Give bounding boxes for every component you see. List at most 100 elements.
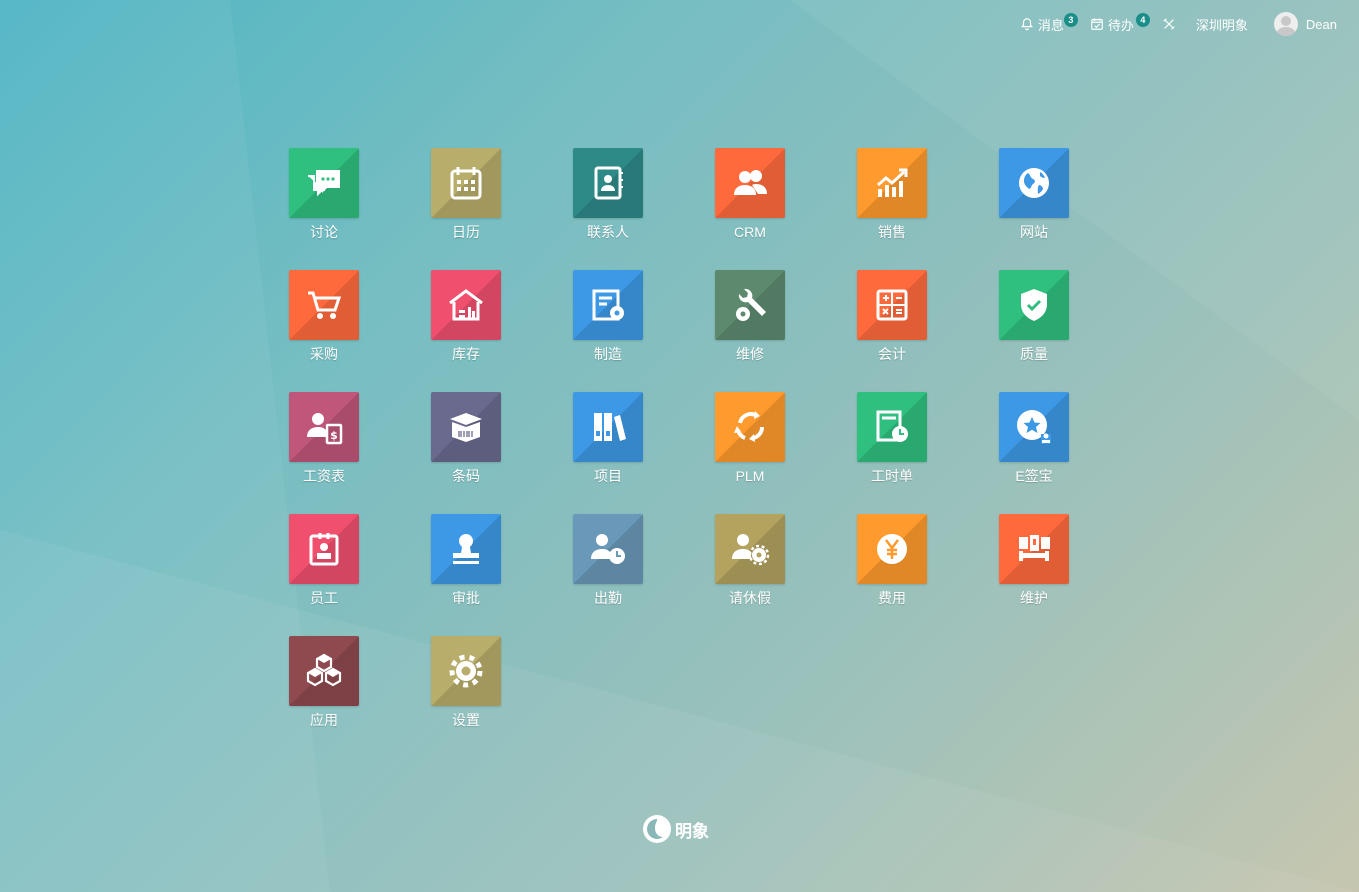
avatar bbox=[1273, 12, 1298, 36]
app-tile bbox=[715, 514, 785, 584]
app-maintenance[interactable]: 维护 bbox=[963, 514, 1105, 607]
app-repair[interactable]: 维修 bbox=[679, 270, 821, 363]
binders-icon bbox=[594, 413, 626, 441]
top-bar: 消息 3 待办 4 深圳明象 Dean bbox=[1010, 0, 1359, 48]
brand-logo-icon bbox=[643, 815, 671, 843]
app-tile: $ bbox=[289, 392, 359, 462]
company-name: 深圳明象 bbox=[1195, 17, 1248, 33]
todo-menu[interactable]: 待办 4 bbox=[1080, 0, 1150, 48]
contacts-icon bbox=[594, 166, 623, 200]
sales-chart-icon bbox=[877, 168, 908, 197]
app-project[interactable]: 项目 bbox=[537, 392, 679, 485]
todo-label: 待办 bbox=[1107, 17, 1134, 33]
app-tile bbox=[857, 514, 927, 584]
app-tile bbox=[573, 148, 643, 218]
app-crm[interactable]: CRM bbox=[679, 148, 821, 241]
user-name: Dean bbox=[1305, 16, 1337, 32]
app-calendar[interactable]: 日历 bbox=[395, 148, 537, 241]
brand-name: 明象 bbox=[675, 821, 709, 841]
manufacturing-icon bbox=[592, 289, 624, 321]
app-tile bbox=[999, 514, 1069, 584]
app-leave[interactable]: 请休假 bbox=[679, 514, 821, 607]
user-clock-icon bbox=[591, 534, 625, 564]
app-label: 网站 bbox=[1020, 224, 1048, 240]
warehouse-icon bbox=[449, 289, 483, 321]
shield-check-icon bbox=[1021, 289, 1047, 321]
stamp-icon bbox=[453, 534, 479, 564]
app-label: 联系人 bbox=[587, 224, 629, 240]
app-contacts[interactable]: 联系人 bbox=[537, 148, 679, 241]
tools-button[interactable] bbox=[1152, 0, 1186, 48]
app-inventory[interactable]: 库存 bbox=[395, 270, 537, 363]
app-label: CRM bbox=[734, 224, 766, 240]
globe-icon bbox=[1019, 168, 1049, 198]
app-purchase[interactable]: 采购 bbox=[253, 270, 395, 363]
app-tile bbox=[573, 392, 643, 462]
app-settings[interactable]: 设置 bbox=[395, 636, 537, 729]
app-label: PLM bbox=[735, 468, 765, 484]
app-payroll[interactable]: $ 工资表 bbox=[253, 392, 395, 485]
company-switcher[interactable]: 深圳明象 bbox=[1186, 0, 1258, 48]
app-tile bbox=[431, 514, 501, 584]
app-label: 出勤 bbox=[594, 590, 622, 606]
user-gear-icon bbox=[732, 534, 770, 566]
app-tile bbox=[573, 270, 643, 340]
app-expenses[interactable]: 费用 bbox=[821, 514, 963, 607]
footer-brand: 明象 bbox=[643, 815, 709, 843]
messages-menu[interactable]: 消息 3 bbox=[1010, 0, 1078, 48]
user-menu[interactable]: Dean bbox=[1264, 0, 1347, 48]
app-discuss[interactable]: 讨论 bbox=[253, 148, 395, 241]
app-manufacturing[interactable]: 制造 bbox=[537, 270, 679, 363]
app-barcode[interactable]: 条码 bbox=[395, 392, 537, 485]
app-label: 条码 bbox=[452, 468, 480, 484]
app-label: 维修 bbox=[736, 346, 764, 362]
app-grid: 讨论 日历 联系人 CRM 销售 网站 采购 库存 制造 维修 会计 质量 $ … bbox=[253, 148, 1105, 729]
app-tile bbox=[715, 392, 785, 462]
app-plm[interactable]: PLM bbox=[679, 392, 821, 485]
app-tile bbox=[999, 270, 1069, 340]
app-apps[interactable]: 应用 bbox=[253, 636, 395, 729]
app-quality[interactable]: 质量 bbox=[963, 270, 1105, 363]
app-label: 销售 bbox=[878, 224, 906, 240]
yen-icon bbox=[877, 534, 907, 564]
app-tile bbox=[289, 636, 359, 706]
app-sales[interactable]: 销售 bbox=[821, 148, 963, 241]
app-tile bbox=[289, 148, 359, 218]
svg-text:$: $ bbox=[330, 429, 338, 442]
messages-label: 消息 bbox=[1037, 17, 1064, 33]
app-attendance[interactable]: 出勤 bbox=[537, 514, 679, 607]
maintenance-icon bbox=[1019, 535, 1050, 561]
app-label: 审批 bbox=[452, 590, 480, 606]
app-timesheet[interactable]: 工时单 bbox=[821, 392, 963, 485]
app-label: 制造 bbox=[594, 346, 622, 362]
app-tile bbox=[715, 270, 785, 340]
app-tile bbox=[289, 270, 359, 340]
app-label: 项目 bbox=[594, 468, 622, 484]
app-label: 费用 bbox=[878, 590, 906, 606]
app-label: 采购 bbox=[310, 346, 338, 362]
settings-gear-icon bbox=[449, 654, 483, 688]
app-website[interactable]: 网站 bbox=[963, 148, 1105, 241]
app-label: 工资表 bbox=[303, 468, 345, 484]
app-tile bbox=[857, 392, 927, 462]
app-tile bbox=[999, 392, 1069, 462]
payroll-icon: $ bbox=[307, 413, 343, 445]
app-label: E签宝 bbox=[1015, 468, 1053, 484]
app-employees[interactable]: 员工 bbox=[253, 514, 395, 607]
tools-icon bbox=[1163, 18, 1175, 30]
app-label: 会计 bbox=[878, 346, 906, 362]
wrench-gear-icon bbox=[736, 288, 766, 321]
app-tile bbox=[431, 270, 501, 340]
app-approval[interactable]: 审批 bbox=[395, 514, 537, 607]
app-label: 设置 bbox=[452, 712, 480, 728]
app-accounting[interactable]: 会计 bbox=[821, 270, 963, 363]
chat-icon bbox=[308, 170, 340, 197]
messages-count-badge: 3 bbox=[1063, 13, 1078, 27]
calendar-check-icon bbox=[1091, 18, 1103, 30]
users-icon bbox=[734, 170, 767, 195]
app-tile bbox=[431, 392, 501, 462]
app-esign[interactable]: E签宝 bbox=[963, 392, 1105, 485]
app-label: 讨论 bbox=[310, 224, 338, 240]
cubes-icon bbox=[306, 653, 342, 687]
app-label: 工时单 bbox=[871, 468, 913, 484]
